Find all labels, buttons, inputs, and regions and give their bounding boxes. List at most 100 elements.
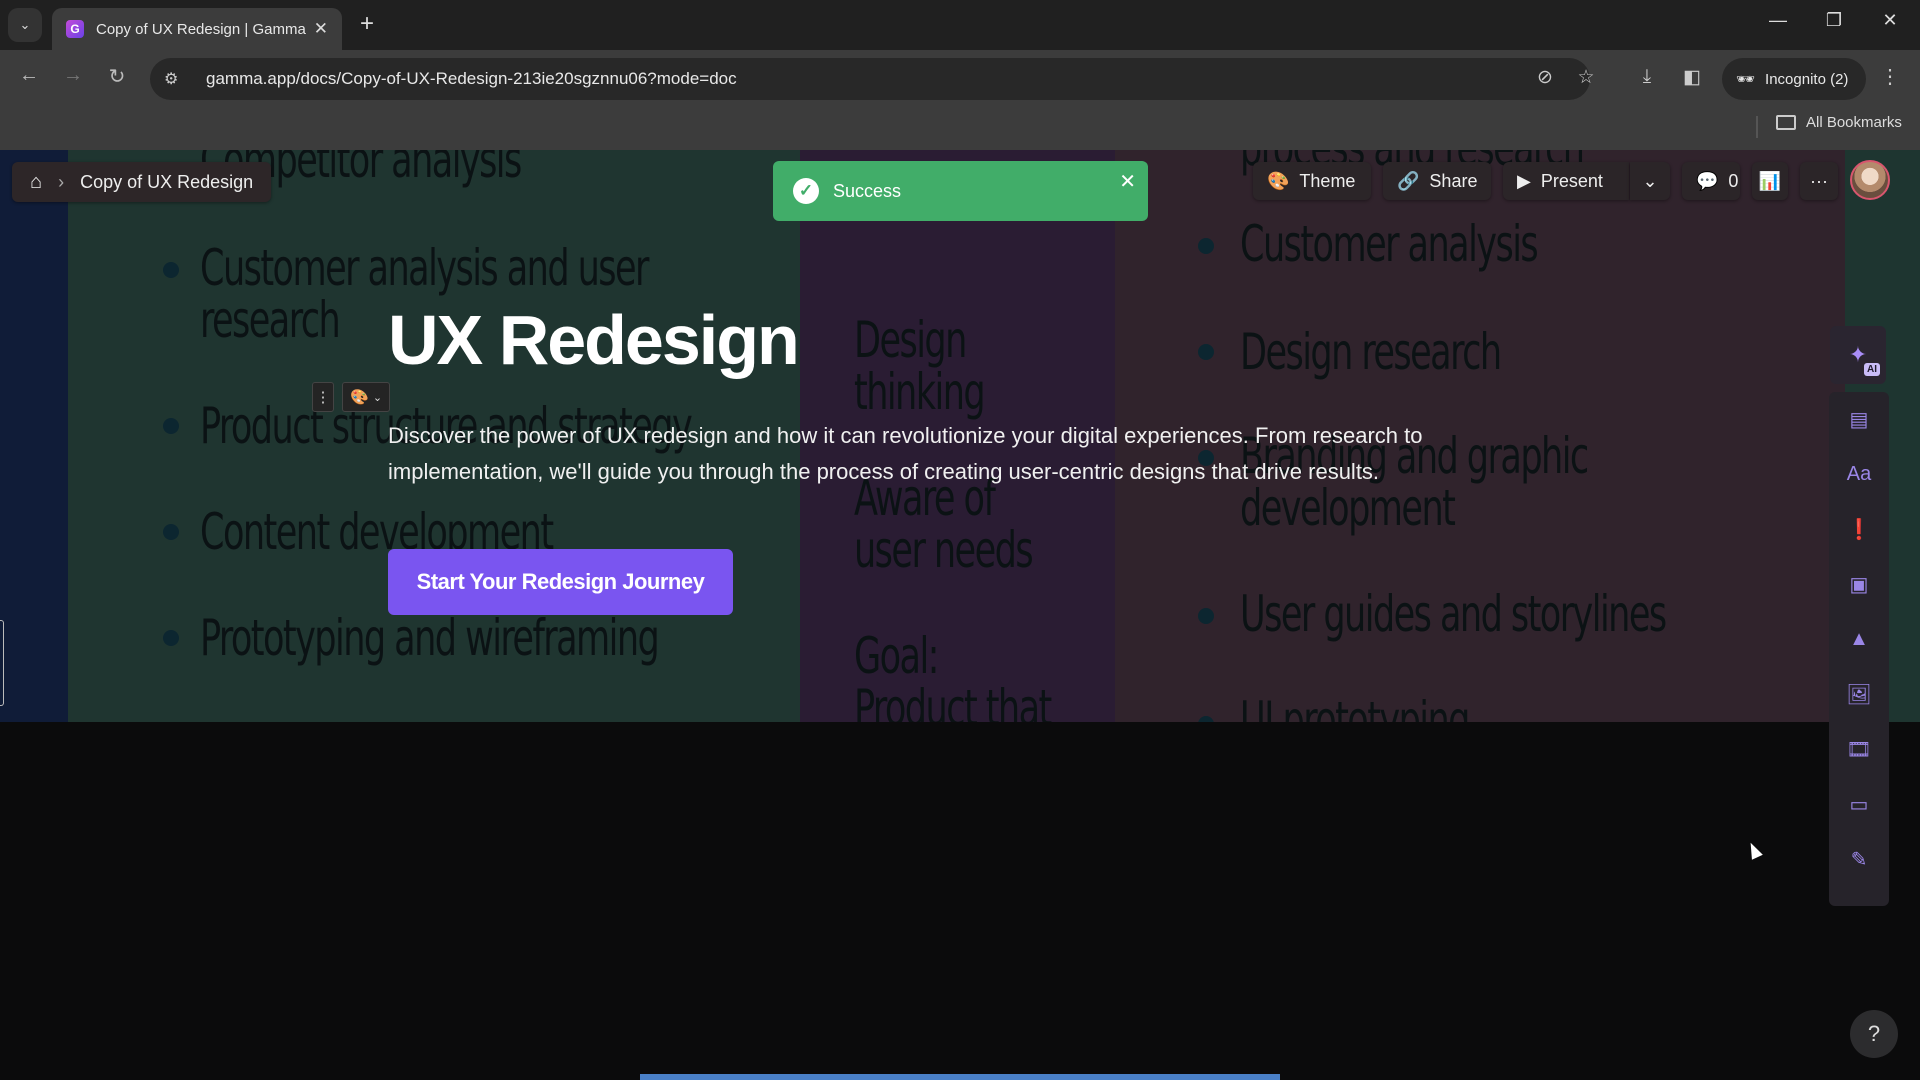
share-button[interactable]: 🔗 Share [1383, 162, 1491, 200]
bg-text: Customer analysis and user [200, 239, 649, 297]
horizontal-scrollbar[interactable] [640, 1074, 1280, 1080]
bg-bullet [1198, 344, 1214, 360]
left-panel-handle[interactable] [0, 620, 4, 706]
back-button[interactable]: ← [14, 64, 44, 87]
chevron-right-icon: › [58, 171, 65, 192]
site-info-icon[interactable]: ⚙ [164, 69, 194, 89]
add-card-icon[interactable]: ▤ [1829, 392, 1889, 447]
avatar[interactable] [1850, 160, 1890, 200]
comments-button[interactable]: 💬 0 [1682, 162, 1740, 200]
incognito-label: Incognito (2) [1765, 70, 1849, 88]
analytics-button[interactable]: 📊 [1752, 162, 1788, 200]
bg-bullet [1198, 238, 1214, 254]
breadcrumb-doc-title[interactable]: Copy of UX Redesign [80, 172, 253, 193]
maximize-button[interactable]: ❐ [1814, 10, 1854, 31]
incognito-profile-button[interactable]: 🕶 Incognito (2) [1722, 58, 1866, 100]
check-circle-icon: ✓ [793, 178, 819, 204]
doc-stage: Competitor analysis Customer analysis an… [0, 150, 1920, 722]
bg-text: Customer analysis [1240, 215, 1539, 273]
form-icon[interactable]: ✎ [1829, 832, 1889, 887]
hero-title: UX Redesign [388, 301, 800, 379]
close-toast-icon[interactable]: ✕ [1119, 169, 1136, 194]
bg-panel-navy [0, 150, 68, 722]
palette-icon: 🎨 [1267, 170, 1290, 191]
bg-text: Prototyping and wireframing [200, 609, 660, 667]
bg-text: research [200, 291, 341, 349]
ellipsis-icon: ··· [1810, 170, 1828, 191]
mouse-cursor-icon [1745, 840, 1763, 860]
bg-bullet [163, 262, 179, 278]
gamma-favicon-icon: G [66, 20, 84, 38]
bg-text: thinking [854, 363, 986, 421]
theme-button[interactable]: 🎨 Theme [1253, 162, 1371, 200]
tab-strip: ⌄ G Copy of UX Redesign | Gamma ✕ + — ❐ … [0, 0, 1920, 50]
bg-bullet [163, 418, 179, 434]
browser-menu-icon[interactable]: ⋮ [1880, 64, 1900, 89]
bg-bullet [163, 524, 179, 540]
link-icon: 🔗 [1397, 170, 1420, 191]
comment-icon: 💬 [1696, 170, 1719, 191]
text-styles-icon[interactable]: Aa [1829, 447, 1889, 502]
url-text[interactable]: gamma.app/docs/Copy-of-UX-Redesign-213ie… [206, 69, 737, 89]
incognito-icon: 🕶 [1736, 71, 1756, 88]
tab-search-button[interactable]: ⌄ [8, 8, 42, 42]
bg-text: Design research [1240, 323, 1502, 381]
new-tab-button[interactable]: + [352, 10, 382, 38]
card-toolbar: ⋮ 🎨 ⌄ [312, 382, 390, 412]
present-options-button[interactable]: ⌄ [1630, 162, 1670, 200]
home-icon[interactable]: ⌂ [30, 171, 42, 194]
ai-assistant-button[interactable]: ✦ AI [1830, 326, 1886, 384]
bg-text: UI prototyping [1240, 691, 1470, 722]
insert-tool-rail: ▤ Aa ❗ ▣ ▲ 🖼 🎞 ▭ ✎ [1829, 392, 1889, 906]
all-bookmarks-label: All Bookmarks [1806, 114, 1902, 131]
chevron-down-icon: ⌄ [372, 391, 383, 404]
theme-label: Theme [1299, 170, 1356, 191]
active-tab[interactable]: G Copy of UX Redesign | Gamma ✕ [52, 8, 342, 50]
layout-icon[interactable]: ▣ [1829, 557, 1889, 612]
bg-text: Product that [854, 679, 1052, 722]
breadcrumb: ⌂ › Copy of UX Redesign [12, 162, 272, 202]
close-tab-icon[interactable]: ✕ [314, 19, 328, 39]
tab-title: Copy of UX Redesign | Gamma [96, 20, 306, 38]
help-button[interactable]: ? [1850, 1010, 1898, 1058]
play-icon: ▶ [1517, 170, 1531, 191]
folder-icon [1776, 115, 1796, 130]
callout-icon[interactable]: ❗ [1829, 502, 1889, 557]
palette-icon: 🎨 [349, 389, 369, 406]
reload-button[interactable]: ↻ [102, 64, 132, 89]
start-redesign-button[interactable]: Start Your Redesign Journey [388, 549, 733, 615]
chevron-down-icon: ⌄ [1642, 170, 1658, 191]
present-button[interactable]: ▶ Present [1503, 162, 1629, 200]
ai-badge: AI [1864, 363, 1880, 376]
minimize-button[interactable]: — [1758, 10, 1798, 31]
close-window-button[interactable]: ✕ [1870, 10, 1910, 31]
comments-count: 0 [1728, 170, 1739, 191]
address-bar[interactable]: ⚙ gamma.app/docs/Copy-of-UX-Redesign-213… [150, 58, 1590, 100]
card-color-button[interactable]: 🎨 ⌄ [342, 382, 390, 412]
video-icon[interactable]: 🎞 [1829, 722, 1889, 777]
share-label: Share [1429, 170, 1478, 191]
bar-chart-icon: 📊 [1758, 170, 1782, 191]
all-bookmarks-button[interactable]: All Bookmarks [1776, 114, 1902, 131]
browser-chrome: ⌄ G Copy of UX Redesign | Gamma ✕ + — ❐ … [0, 0, 1920, 150]
bg-bullet [163, 630, 179, 646]
bg-bullet [1198, 608, 1214, 624]
eye-off-icon[interactable]: ⊘ [1530, 66, 1560, 89]
image-icon[interactable]: 🖼 [1829, 667, 1889, 722]
card-options-icon[interactable]: ⋮ [312, 382, 334, 412]
bg-text: user needs [854, 521, 1034, 579]
more-options-button[interactable]: ··· [1800, 162, 1838, 200]
bookmark-star-icon[interactable]: ☆ [1571, 66, 1601, 89]
success-toast: ✓ Success ✕ [773, 161, 1148, 221]
bg-text: Goal: [854, 627, 939, 685]
side-panel-icon[interactable]: ◧ [1677, 66, 1707, 89]
embed-icon[interactable]: ▭ [1829, 777, 1889, 832]
hero-description: Discover the power of UX redesign and ho… [388, 423, 1423, 484]
present-label: Present [1540, 170, 1603, 191]
bookmark-separator [1756, 116, 1758, 138]
shapes-icon[interactable]: ▲ [1829, 612, 1889, 667]
bg-text: User guides and storylines [1240, 585, 1667, 643]
bg-text: Design [854, 311, 967, 369]
forward-button[interactable]: → [58, 64, 88, 87]
download-icon[interactable]: ⤓ [1632, 66, 1662, 88]
